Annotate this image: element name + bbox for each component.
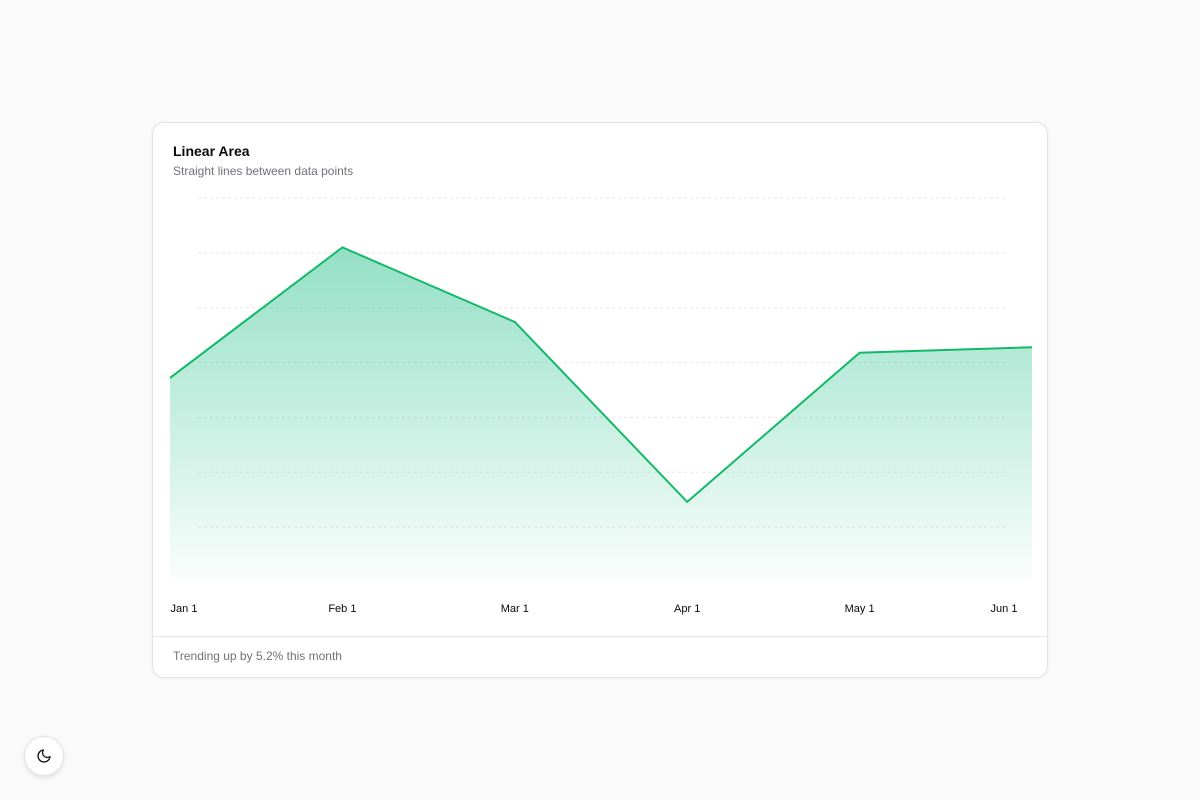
area-series bbox=[169, 246, 1033, 582]
x-tick-label: Jun 1 bbox=[991, 603, 1018, 615]
card-footer: Trending up by 5.2% this month bbox=[153, 636, 1047, 677]
x-tick-label: Jan 1 bbox=[171, 603, 198, 615]
x-axis-ticks: Jan 1 Feb 1 Mar 1 Apr 1 May 1 Jun 1 bbox=[171, 603, 1018, 615]
footer-text: Trending up by 5.2% this month bbox=[173, 649, 342, 663]
x-tick-label: Mar 1 bbox=[501, 603, 529, 615]
area-fill bbox=[170, 247, 1032, 582]
theme-toggle-button[interactable] bbox=[24, 736, 64, 776]
x-tick-label: Apr 1 bbox=[674, 603, 700, 615]
x-tick-label: Feb 1 bbox=[328, 603, 356, 615]
area-chart: Jan 1 Feb 1 Mar 1 Apr 1 May 1 Jun 1 bbox=[169, 197, 1033, 615]
x-tick-label: May 1 bbox=[845, 603, 875, 615]
chart-card: Linear Area Straight lines between data … bbox=[152, 122, 1048, 678]
moon-icon bbox=[37, 749, 51, 763]
